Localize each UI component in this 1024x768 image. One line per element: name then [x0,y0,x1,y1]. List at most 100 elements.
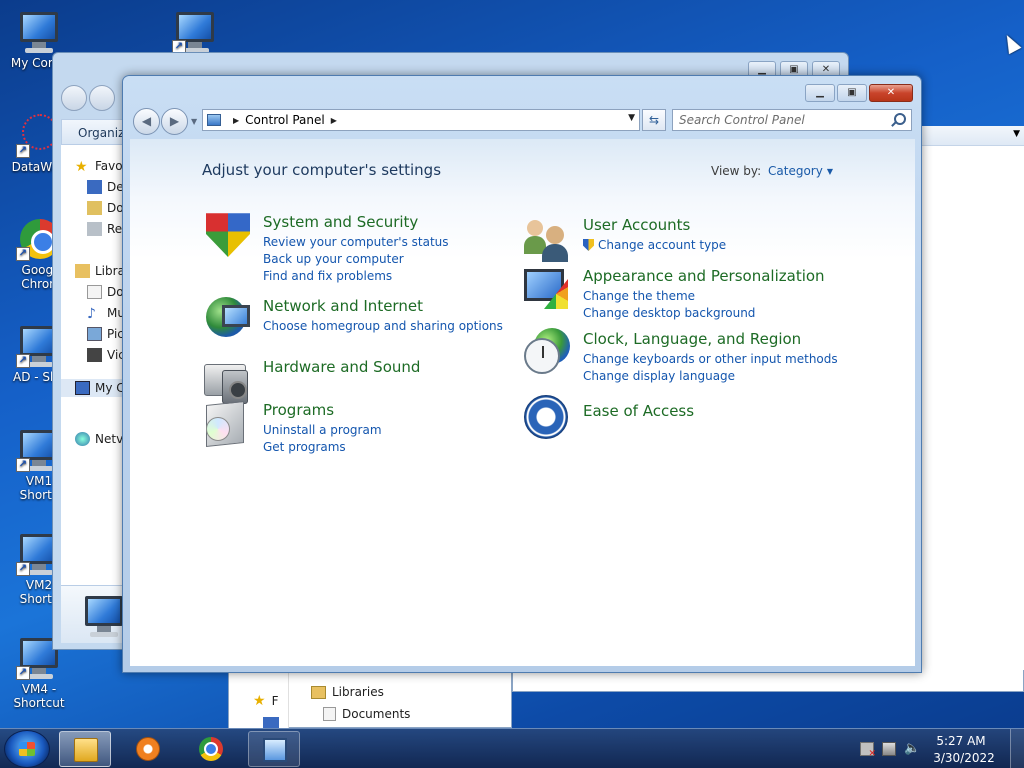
category-title-appearance[interactable]: Appearance and Personalization [583,267,825,285]
pictures-icon [87,327,102,341]
sidebar-item-music[interactable]: ♪ Mu [87,304,125,322]
folder-icon [74,738,98,762]
link-change-background[interactable]: Change desktop background [583,306,755,320]
search-input[interactable] [673,110,883,130]
category-title-clock-language[interactable]: Clock, Language, and Region [583,330,801,348]
control-panel-icon [207,114,221,126]
chrome-icon [199,737,223,761]
action-center-flag-icon[interactable] [860,742,876,759]
sidebar-item-desktop[interactable]: De [87,178,124,196]
star-icon: ★ [253,693,266,709]
minimize-button[interactable]: ▁ [805,84,835,102]
taskbar-chrome[interactable] [185,731,237,767]
link-change-keyboards[interactable]: Change keyboards or other input methods [583,352,838,366]
link-change-display-language[interactable]: Change display language [583,369,735,383]
clock-time[interactable]: 5:27 AM [926,734,996,748]
ease-of-access-icon[interactable] [524,395,568,439]
sidebar-item-documents[interactable]: Do [87,283,124,301]
link-review-status[interactable]: Review your computer's status [263,235,449,249]
star-icon: ★ [75,159,88,175]
uac-shield-icon [583,239,594,251]
sidebar-item-libraries[interactable]: Libra [75,262,125,280]
taskbar: 🔈 5:27 AM 3/30/2022 [0,728,1024,768]
control-panel-window[interactable]: ▁ ▣ ✕ ◀ ▶ ▼ ▶ Control Panel ▶ ▼ ⇆ Adjust… [122,75,922,673]
link-change-theme[interactable]: Change the theme [583,289,695,303]
page-title: Adjust your computer's settings [202,161,442,179]
sidebar-item-pictures[interactable]: Pic [87,325,124,343]
downloads-icon [87,201,102,215]
address-bar[interactable]: ▶ Control Panel ▶ ▼ [202,109,640,131]
sidebar-item-favorites[interactable]: ★ F [253,693,278,709]
taskbar-control-panel[interactable] [248,731,300,767]
user-icon [542,226,568,262]
speaker-icon [222,370,248,404]
start-button[interactable] [4,730,50,768]
maximize-button[interactable]: ▣ [837,84,867,102]
desktop-icon [87,180,102,194]
background-window-frame [512,670,1024,692]
link-uninstall[interactable]: Uninstall a program [263,423,382,437]
volume-icon[interactable]: 🔈 [904,742,920,756]
media-player-icon [136,737,160,761]
libraries-icon [75,264,90,278]
link-find-fix[interactable]: Find and fix problems [263,269,392,283]
chevron-right-icon[interactable]: ▶ [331,116,337,125]
chevron-down-icon: ▼ [826,166,833,176]
music-icon: ♪ [87,306,96,322]
category-title-network-internet[interactable]: Network and Internet [263,297,423,315]
taskbar-media-player[interactable] [122,731,174,767]
sidebar-item-downloads[interactable]: Do [87,199,124,217]
back-button[interactable]: ◀ [133,108,160,135]
link-get-programs[interactable]: Get programs [263,440,346,454]
computer-icon [16,8,62,54]
category-title-hardware-sound[interactable]: Hardware and Sound [263,358,420,376]
taskbar-explorer[interactable] [59,731,111,767]
desktop-icon-label: VM4 - Shortcut [13,682,65,710]
category-title-system-security[interactable]: System and Security [263,213,418,231]
recent-icon [87,222,102,236]
link-homegroup[interactable]: Choose homegroup and sharing options [263,319,503,333]
category-title-user-accounts[interactable]: User Accounts [583,216,690,234]
show-desktop-button[interactable] [1010,729,1024,768]
link-change-account-type[interactable]: Change account type [583,238,726,252]
forward-button[interactable] [89,85,115,111]
category-title-programs[interactable]: Programs [263,401,334,419]
clock-date[interactable]: 3/30/2022 [926,751,1002,765]
shield-icon[interactable] [206,213,250,257]
computer-shortcut-icon: ↗ [172,8,218,54]
close-button[interactable]: ✕ [869,84,913,102]
address-dropdown-icon[interactable]: ▼ [628,113,635,123]
category-title-ease-of-access[interactable]: Ease of Access [583,402,694,420]
disc-icon [206,417,230,441]
view-by-dropdown[interactable]: Category ▼ [768,164,833,178]
back-button[interactable] [61,85,87,111]
background-window-bar: ▼ [918,126,1024,146]
recent-pages-chevron-icon[interactable]: ▼ [191,117,197,126]
sidebar-item-videos[interactable]: Vic [87,346,125,364]
list-item-libraries[interactable]: Libraries [311,685,384,699]
search-box[interactable] [672,109,912,131]
mouse-cursor-icon [1000,31,1022,55]
documents-icon [323,707,336,721]
sidebar-item-favorites[interactable]: ★ Favo [75,157,123,175]
link-back-up[interactable]: Back up your computer [263,252,404,266]
search-icon[interactable] [894,113,906,125]
background-window-pane [918,126,1024,691]
list-item-documents[interactable]: Documents [323,707,410,721]
sidebar-item-recent[interactable]: Re [87,220,122,238]
videos-icon [87,348,102,362]
network-icon[interactable] [882,742,896,756]
navigation-pane: ★ F [229,671,289,729]
network-monitor-icon [222,305,250,327]
sidebar-item-network[interactable]: Netv [75,430,123,448]
bottom-explorer-window[interactable]: ★ F Libraries Documents [228,670,512,729]
refresh-button[interactable]: ⇆ [642,109,666,131]
breadcrumb-control-panel[interactable]: Control Panel [245,113,325,127]
control-panel-content: Adjust your computer's settings View by:… [130,139,915,666]
control-panel-icon [263,738,287,762]
forward-button[interactable]: ▶ [161,108,188,135]
desktop-icon-shortcut-top[interactable]: ↗ [156,8,234,56]
chevron-right-icon[interactable]: ▶ [233,116,239,125]
chevron-down-icon[interactable]: ▼ [1013,129,1020,139]
documents-icon [87,285,102,299]
